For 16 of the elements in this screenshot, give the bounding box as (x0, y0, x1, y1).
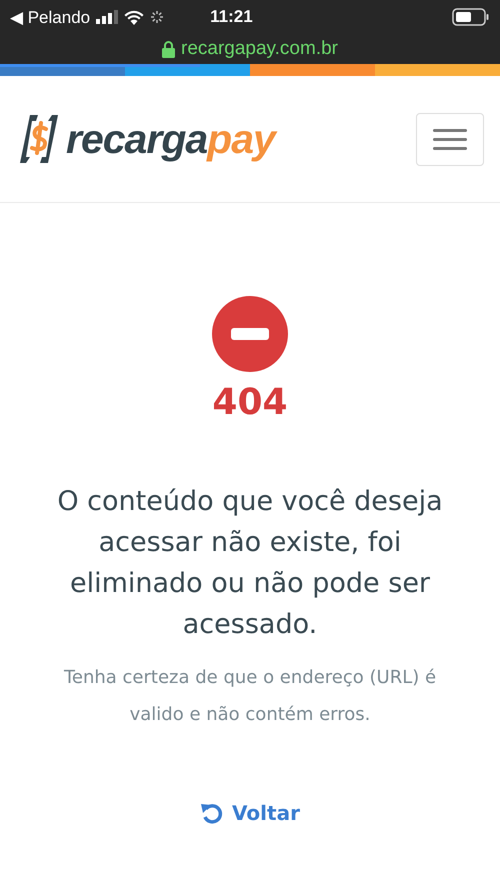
brand-wordmark[interactable]: recargapay (66, 116, 275, 162)
error-message: O conteúdo que você deseja acessar não existe, foi eliminado ou não pode ser acessado. (56, 485, 444, 642)
lock-icon (162, 40, 175, 58)
clock-time: 11:21 (210, 7, 253, 27)
back-to-app-label[interactable]: ◀ Pelando (10, 6, 90, 28)
signal-icon (96, 10, 118, 24)
error-code: 404 (212, 382, 288, 423)
error-hint: Tenha certeza de que o endereço (URL) é valido e não contém erros. (62, 666, 438, 727)
error-stop-icon (212, 296, 288, 372)
page-url[interactable]: recargapay.com.br (181, 38, 338, 60)
undo-icon (200, 801, 224, 825)
wifi-icon (124, 10, 144, 24)
loading-spinner-icon (150, 10, 164, 24)
battery-icon (452, 8, 490, 26)
back-link[interactable]: Voltar (200, 801, 300, 825)
menu-button[interactable] (416, 112, 484, 166)
